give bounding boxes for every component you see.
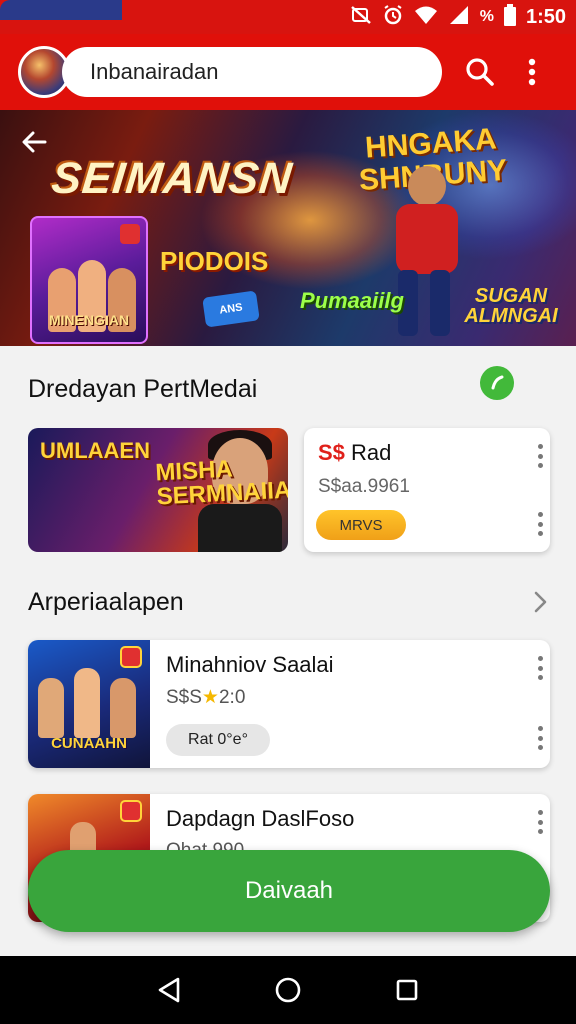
more-vert-icon[interactable]	[532, 808, 548, 836]
more-vert-icon[interactable]	[532, 510, 548, 538]
section-title-featured: Dredayan PertMedai	[28, 375, 258, 403]
hero-game-card[interactable]: MINENGIAN	[30, 216, 148, 344]
hero-banner[interactable]: SEIMANSN HNGAKA SHNBUNY MINENGIAN PIODOI…	[0, 110, 576, 346]
nav-home-button[interactable]	[268, 970, 308, 1010]
game-thumbnail	[0, 0, 122, 20]
price-currency: S$	[318, 440, 345, 465]
featured-banner-text-left: UMLAAEN	[40, 438, 150, 463]
chevron-right-icon[interactable]	[528, 590, 552, 614]
list-item-title: Dapdagn DaslFoso	[166, 806, 355, 831]
price-label: S$ Rad	[318, 440, 391, 466]
list-item[interactable]: CUNAAHN Minahniov Saalai S$S★2:0 Rat 0°e…	[28, 640, 550, 768]
more-vert-icon	[528, 58, 536, 86]
circle-home-icon	[275, 977, 301, 1003]
hero-promo-text: PIODOIS	[160, 246, 269, 276]
app-bar: Inbanairadan	[0, 34, 576, 110]
badge-icon	[120, 224, 140, 244]
rating-chip[interactable]: Rat 0°e°	[166, 724, 270, 756]
nav-recents-button[interactable]	[387, 970, 427, 1010]
search-input-text: Inbanairadan	[90, 59, 219, 84]
back-button[interactable]	[16, 124, 52, 160]
triangle-back-icon	[159, 977, 180, 1003]
thumbnail-caption: CUNAAHN	[51, 735, 127, 752]
mrvs-button[interactable]: MRVS	[316, 510, 406, 540]
mute-icon	[350, 5, 372, 30]
section-title-list: Arperiaalapen	[28, 588, 184, 616]
more-vert-icon[interactable]	[532, 654, 548, 682]
more-vert-icon[interactable]	[532, 442, 548, 470]
search-icon	[466, 58, 494, 86]
primary-action-button[interactable]: Daivaah	[28, 850, 550, 932]
badge-icon	[120, 646, 142, 668]
featured-banner-text-right: MISHA SERMNAIIA	[154, 455, 288, 511]
status-time: 1:50	[525, 5, 566, 28]
system-nav-bar	[0, 956, 576, 1024]
battery-icon	[503, 3, 516, 31]
more-options-button[interactable]	[512, 52, 552, 92]
hero-tag: ANS	[202, 290, 260, 328]
list-item-subtitle: S$S★2:0	[166, 687, 246, 708]
signal-icon	[448, 5, 470, 30]
search-input[interactable]: Inbanairadan	[62, 47, 442, 97]
battery-percent: %	[479, 8, 494, 25]
hero-right-caption: SUGAN ALMNGAI	[464, 285, 558, 327]
alarm-icon	[382, 4, 404, 30]
square-recents-icon	[396, 979, 417, 1001]
hero-green-text: Pumaaiilg	[300, 288, 404, 313]
star-icon: ★	[201, 687, 219, 708]
featured-price-card[interactable]: S$ Rad S$aa.9961 MRVS	[304, 428, 550, 552]
badge-icon	[120, 800, 142, 822]
more-vert-icon[interactable]	[532, 724, 548, 752]
list-item-title: Minahniov Saalai	[166, 652, 334, 677]
check-icon[interactable]	[480, 366, 514, 400]
nav-back-button[interactable]	[149, 970, 189, 1010]
featured-banner[interactable]: UMLAAEN MISHA SERMNAIIA	[28, 428, 288, 552]
search-button[interactable]	[460, 52, 500, 92]
price-value: Rad	[344, 440, 392, 465]
arrow-back-icon	[22, 131, 47, 153]
game-thumbnail: CUNAAHN	[28, 640, 150, 768]
wifi-icon	[414, 5, 438, 30]
hero-card-caption: MINENGIAN	[48, 312, 130, 328]
price-subtitle: S$aa.9961	[318, 476, 410, 497]
hero-title: SEIMANSN	[49, 154, 295, 203]
